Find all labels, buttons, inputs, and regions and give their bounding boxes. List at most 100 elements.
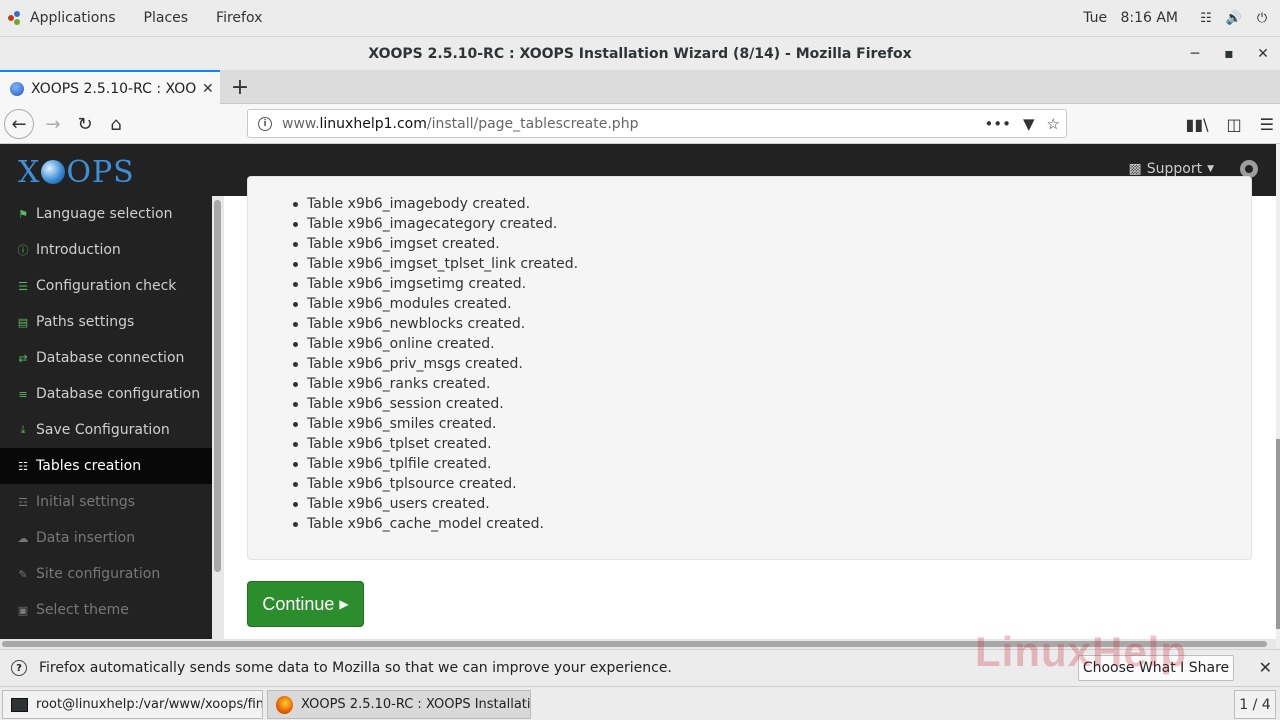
clock[interactable]: Tue 8:16 AM — [1083, 10, 1178, 26]
sidebar-item-database-connection[interactable]: ⇄ Database connection — [0, 340, 212, 376]
taskbar-firefox-label: XOOPS 2.5.10-RC : XOOPS Installati... — [301, 697, 530, 712]
firefox-app-menu[interactable]: Firefox — [202, 0, 276, 36]
taskbar: root@linuxhelp:/var/www/xoops/fin... XOO… — [0, 686, 1280, 720]
url-text[interactable]: www.linuxhelp1.com/install/page_tablescr… — [282, 116, 638, 132]
caret-down-icon: ▼ — [1207, 164, 1214, 174]
sidebar-item-label: Introduction — [36, 242, 121, 258]
help-icon: ? — [11, 660, 27, 676]
list-item: Table x9b6_ranks created. — [307, 374, 578, 394]
network-icon[interactable]: ☷ — [1198, 10, 1214, 26]
list-item: Table x9b6_tplset created. — [307, 434, 578, 454]
list-item: Table x9b6_priv_msgs created. — [307, 354, 578, 374]
bookmark-star-icon[interactable]: ☆ — [1047, 115, 1060, 133]
notification-text: Firefox automatically sends some data to… — [39, 660, 672, 676]
url-prefix: www. — [282, 115, 320, 132]
sidebar-item-tables-creation[interactable]: ☷ Tables creation — [0, 448, 212, 484]
sidebar-item-language-selection[interactable]: ⚑ Language selection — [0, 196, 212, 232]
page-actions-icon[interactable]: ••• — [984, 115, 1011, 133]
minimize-icon[interactable]: ─ — [1178, 46, 1212, 62]
list-item: Table x9b6_tplsource created. — [307, 474, 578, 494]
logo-text-right: OPS — [66, 155, 135, 190]
url-bar[interactable]: i www.linuxhelp1.com/install/page_tables… — [247, 109, 1067, 138]
sidebar-item-label: Select theme — [36, 602, 129, 618]
places-menu[interactable]: Places — [130, 0, 203, 36]
sidebar-item-database-configuration[interactable]: ≡ Database configuration — [0, 376, 212, 412]
sidebar-scrollbar[interactable] — [212, 196, 224, 649]
library-icon[interactable]: ▮▮\ — [1186, 115, 1209, 134]
list-item: Table x9b6_cache_model created. — [307, 514, 578, 534]
maximize-icon[interactable]: ▪ — [1212, 46, 1246, 62]
sidebar-toggle-icon[interactable]: ◫ — [1227, 115, 1242, 134]
xoops-logo[interactable]: X OPS — [18, 155, 135, 190]
list-item: Table x9b6_imgset_tplset_link created. — [307, 256, 579, 272]
picture-icon: ▣ — [17, 603, 29, 617]
volume-icon[interactable]: 🔊 — [1226, 10, 1242, 26]
sidebar-item-configuration-check[interactable]: ☰ Configuration check — [0, 268, 212, 304]
tables-panel: Table x9b6_imagebody created. Table x9b6_… — [247, 176, 1252, 560]
logo-orb-icon — [41, 160, 66, 184]
download-icon: ⤓ — [20, 423, 26, 436]
continue-label: Continue — [262, 593, 335, 614]
sidebar-item-data-insertion: ☁ Data insertion — [0, 520, 212, 556]
caret-right-icon: ▶ — [339, 597, 349, 611]
page-scrollbar[interactable] — [1276, 144, 1280, 649]
list-item: Table x9b6_modules created. — [307, 294, 578, 314]
list-item: Table x9b6_imagecategory created. — [307, 214, 578, 234]
logo-text-left: X — [18, 155, 41, 190]
list-item: Table x9b6_imagebody created. — [307, 194, 578, 214]
sidebar-item-label: Initial settings — [36, 494, 136, 510]
hamburger-menu-icon[interactable]: ☰ — [1260, 115, 1274, 134]
book-icon: ▩ — [1128, 161, 1142, 177]
sidebar-item-paths-settings[interactable]: ▤ Paths settings — [0, 304, 212, 340]
applications-logo-icon — [8, 11, 22, 25]
close-notification-icon[interactable]: ✕ — [1259, 658, 1272, 677]
tab-xoops[interactable]: XOOPS 2.5.10-RC : XOOPS Installation Wiz… — [0, 70, 220, 105]
workspace-switcher[interactable]: 1 / 4 — [1234, 690, 1276, 719]
flag-icon: ⚑ — [18, 207, 28, 221]
page-scroll-thumb[interactable] — [1276, 439, 1280, 629]
sidebar-item-label: Paths settings — [36, 314, 135, 330]
horizontal-scrollbar[interactable] — [0, 639, 1276, 649]
continue-button[interactable]: Continue ▶ — [247, 581, 364, 627]
pocket-icon[interactable]: ▼ — [1023, 115, 1035, 133]
sidebar-item-label: Save Configuration — [36, 422, 170, 438]
sidebar-item-select-theme: ▣ Select theme — [0, 592, 212, 628]
sidebar-item-save-configuration[interactable]: ⤓ Save Configuration — [0, 412, 212, 448]
support-menu[interactable]: ▩ Support ▼ — [1129, 161, 1215, 177]
taskbar-firefox[interactable]: XOOPS 2.5.10-RC : XOOPS Installati... — [267, 690, 531, 719]
horizontal-scroll-thumb[interactable] — [2, 641, 1267, 647]
new-tab-button[interactable]: + — [228, 70, 252, 104]
site-info-icon[interactable]: i — [258, 116, 272, 131]
home-button[interactable]: ⌂ — [101, 109, 131, 139]
terminal-icon — [11, 697, 29, 712]
choose-what-i-share-button[interactable]: Choose What I Share — [1078, 655, 1234, 681]
sitemap-icon: ☷ — [18, 459, 28, 473]
sidebar-item-label: Database configuration — [36, 386, 201, 402]
close-tab-icon[interactable]: ✕ — [202, 81, 214, 97]
sidebar-item-label: Database connection — [36, 350, 185, 366]
cloud-upload-icon: ☁ — [17, 531, 29, 545]
taskbar-terminal[interactable]: root@linuxhelp:/var/www/xoops/fin... — [2, 690, 263, 719]
back-button[interactable]: ← — [4, 109, 34, 139]
sidebar-item-label: Configuration check — [36, 278, 177, 294]
list-item: Table x9b6_session created. — [307, 394, 578, 414]
web-page: X OPS ▩ Support ▼ ⚑ Language selection ⓘ Int… — [0, 144, 1280, 649]
forward-button[interactable]: → — [38, 109, 68, 139]
list-item: Table x9b6_imgset created. — [307, 234, 578, 254]
folder-icon: ▤ — [17, 315, 29, 329]
power-icon[interactable]: ⏻ — [1254, 10, 1270, 26]
sidebar-item-label: Tables creation — [36, 458, 142, 474]
exchange-icon: ⇄ — [18, 351, 28, 365]
sidebar-item-introduction[interactable]: ⓘ Introduction — [0, 232, 212, 268]
info-icon: ⓘ — [17, 244, 29, 257]
wizard-sidebar: ⚑ Language selection ⓘ Introduction ☰ Configu… — [0, 196, 212, 649]
data-notification-bar: ? Firefox automatically sends some data … — [0, 649, 1280, 686]
support-label: Support — [1146, 161, 1203, 177]
url-path: /install/page_tablescreate.php — [426, 115, 639, 132]
url-domain: linuxhelp1.com — [319, 115, 427, 132]
applications-menu[interactable]: Applications — [22, 0, 130, 36]
sidebar-scroll-thumb[interactable] — [214, 200, 221, 572]
close-window-icon[interactable]: ✕ — [1246, 46, 1280, 62]
list-item: Table x9b6_online created. — [307, 334, 578, 354]
reload-button[interactable]: ↻ — [70, 109, 100, 139]
